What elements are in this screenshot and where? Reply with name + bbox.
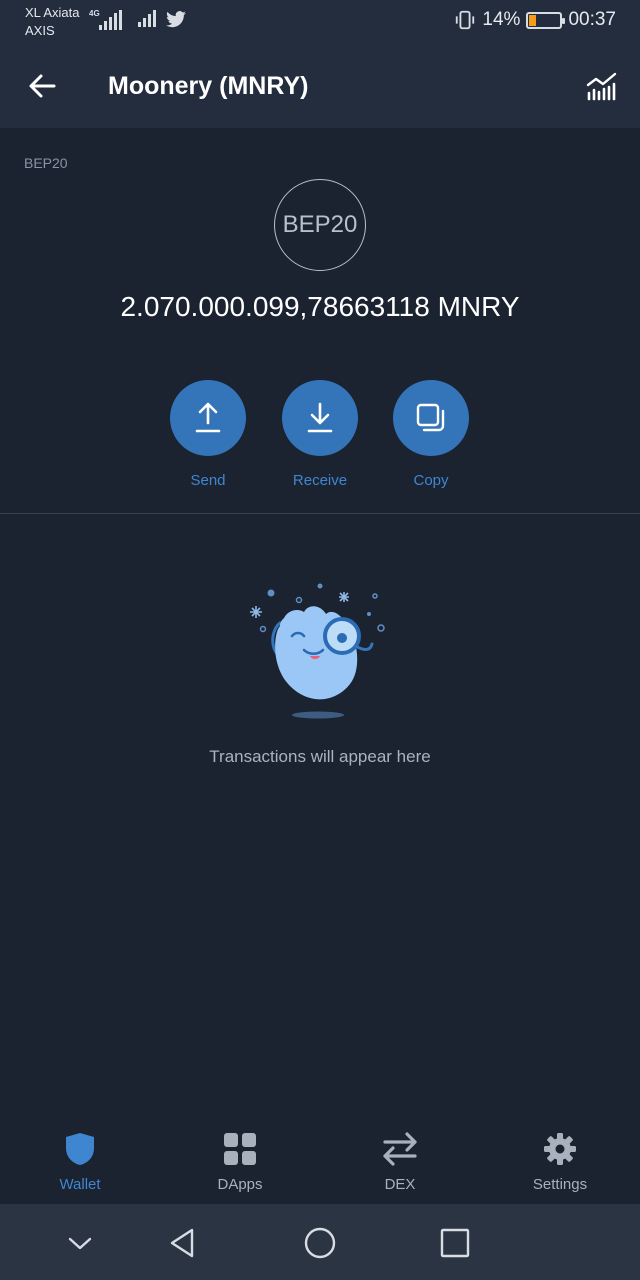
shield-icon	[66, 1133, 94, 1165]
vibrate-icon	[456, 10, 475, 30]
chevron-down-icon[interactable]	[63, 1226, 97, 1260]
swap-arrows-icon	[383, 1132, 417, 1166]
copy-label: Copy	[413, 472, 449, 489]
tab-dapps-label: DApps	[217, 1176, 263, 1193]
recent-apps-icon[interactable]	[438, 1226, 472, 1260]
app-header: Moonery (MNRY)	[0, 44, 640, 128]
network-label: BEP20	[24, 155, 68, 171]
tab-wallet[interactable]: Wallet	[25, 1132, 135, 1193]
tab-wallet-label: Wallet	[59, 1176, 101, 1193]
token-balance: 2.070.000.099,78663118 MNRY	[120, 291, 520, 322]
battery-percent: 14%	[482, 9, 521, 30]
back-triangle-icon[interactable]	[166, 1226, 200, 1260]
home-circle-icon[interactable]	[303, 1226, 337, 1260]
tab-dex-label: DEX	[384, 1176, 416, 1193]
system-nav-bar	[0, 1204, 640, 1280]
signal-strength-icon	[99, 10, 122, 30]
bottom-tab-bar: Wallet DApps DEX Settings	[0, 1118, 640, 1204]
signal-strength-icon-2	[138, 10, 156, 27]
send-button[interactable]: Send	[153, 380, 263, 489]
magnifying-mascot-icon	[250, 583, 385, 719]
receive-label: Receive	[292, 472, 348, 489]
divider	[0, 513, 640, 514]
tab-settings-label: Settings	[532, 1176, 588, 1193]
receive-button[interactable]: Receive	[265, 380, 375, 489]
send-label: Send	[190, 472, 226, 489]
twitter-icon	[166, 11, 186, 28]
battery-icon	[526, 11, 566, 29]
carrier-secondary: AXIS	[25, 23, 55, 38]
upload-arrow-icon	[195, 402, 221, 433]
empty-state-message: Transactions will appear here	[209, 747, 431, 766]
tab-dapps[interactable]: DApps	[185, 1132, 295, 1193]
copy-button[interactable]: Copy	[376, 380, 486, 489]
market-chart-icon[interactable]	[586, 71, 618, 101]
copy-icon	[416, 403, 445, 432]
grid-icon	[224, 1133, 256, 1165]
status-bar: XL Axiata AXIS 4G 14% 00:37	[0, 0, 640, 44]
send-circle[interactable]	[170, 380, 246, 456]
gear-icon	[544, 1133, 576, 1165]
copy-circle[interactable]	[393, 380, 469, 456]
tab-settings[interactable]: Settings	[505, 1132, 615, 1193]
carrier-primary: XL Axiata	[25, 5, 80, 20]
token-logo-text: BEP20	[282, 211, 358, 238]
receive-circle[interactable]	[282, 380, 358, 456]
battery-level	[529, 14, 537, 26]
arrow-left-icon[interactable]	[28, 72, 56, 100]
download-arrow-icon	[307, 402, 333, 433]
carrier-info: XL Axiata AXIS	[25, 4, 79, 40]
clock: 00:37	[568, 9, 616, 30]
page-title: Moonery (MNRY)	[108, 72, 309, 100]
status-right: 14% 00:37	[454, 9, 616, 31]
tab-dex[interactable]: DEX	[345, 1132, 455, 1193]
token-logo: BEP20	[274, 179, 366, 271]
